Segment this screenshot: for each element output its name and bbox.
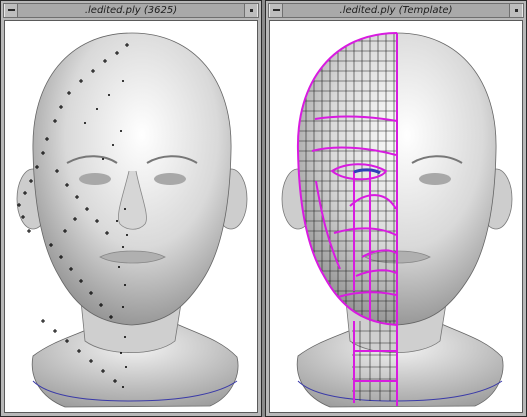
title-bar[interactable]: .ledited.ply (Template) (268, 3, 524, 18)
window-title: .ledited.ply (Template) (339, 5, 453, 16)
head-scan-template (270, 21, 522, 412)
window-right[interactable]: .ledited.ply (Template) (265, 0, 527, 417)
window-menu-icon[interactable] (4, 4, 18, 17)
title-bar[interactable]: .ledited.ply (3625) (3, 3, 259, 18)
viewport-template[interactable] (269, 20, 523, 413)
window-left[interactable]: .ledited.ply (3625) (0, 0, 262, 417)
minimize-icon[interactable] (244, 4, 258, 17)
minimize-icon[interactable] (509, 4, 523, 17)
viewport-points[interactable] (4, 20, 258, 413)
window-title: .ledited.ply (3625) (84, 5, 178, 16)
head-scan-points (5, 21, 257, 412)
window-menu-icon[interactable] (269, 4, 283, 17)
